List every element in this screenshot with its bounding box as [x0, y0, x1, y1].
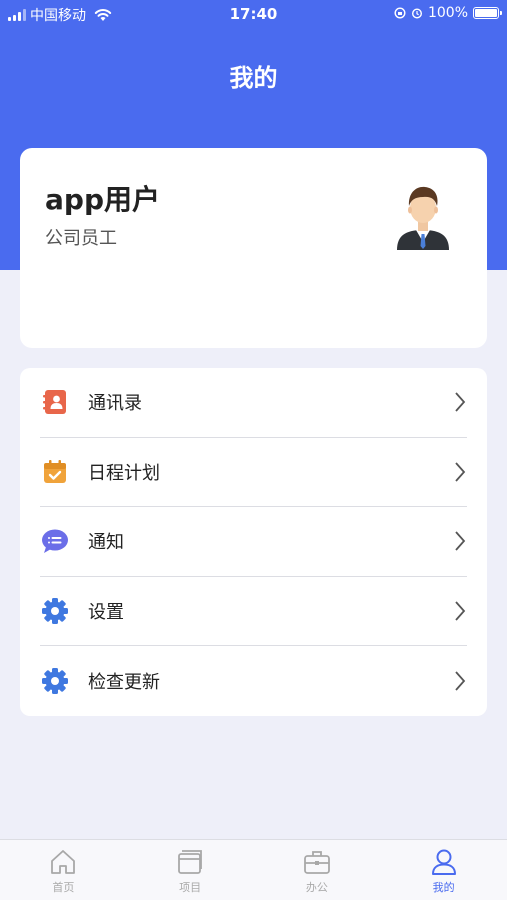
menu-item-schedule[interactable]: 日程计划 [40, 438, 467, 508]
home-icon [51, 850, 76, 874]
menu-item-settings[interactable]: 设置 [40, 577, 467, 647]
tab-office[interactable]: 办公 [254, 840, 381, 900]
battery-icon [473, 7, 502, 19]
tab-bar: 首页 项目 办公 我的 [0, 839, 507, 900]
tab-projects[interactable]: 项目 [127, 840, 254, 900]
alarm-icon [411, 8, 422, 19]
menu-label: 日程计划 [88, 462, 160, 484]
chevron-right-icon [455, 601, 466, 621]
menu-label: 通知 [88, 532, 124, 554]
gear-icon [40, 596, 70, 626]
rotation-lock-icon [394, 7, 406, 19]
profile-card: app用户 公司员工 [20, 148, 487, 348]
person-icon [431, 849, 456, 875]
tab-label: 项目 [179, 881, 202, 894]
avatar[interactable] [397, 182, 449, 250]
tab-label: 首页 [52, 881, 75, 894]
tab-home[interactable]: 首页 [0, 840, 127, 900]
contacts-icon [40, 387, 70, 417]
menu-item-contacts[interactable]: 通讯录 [40, 368, 467, 438]
tab-label: 办公 [305, 881, 328, 894]
menu-card: 通讯录 日程计划 通知 设置 检查更新 [20, 368, 487, 716]
folder-icon [178, 850, 203, 874]
menu-label: 检查更新 [88, 672, 160, 694]
page-title: 我的 [229, 64, 278, 92]
gear-icon [40, 666, 70, 696]
briefcase-icon [303, 851, 330, 874]
calendar-icon [40, 457, 70, 487]
chevron-right-icon [455, 462, 466, 482]
chat-bubble-icon [40, 526, 70, 556]
chevron-right-icon [455, 392, 466, 412]
menu-item-notifications[interactable]: 通知 [40, 507, 467, 577]
chevron-right-icon [455, 531, 466, 552]
chevron-right-icon [455, 671, 466, 691]
user-name: app用户 [45, 183, 160, 216]
status-bar: 中国移动 17:40 100% [0, 0, 507, 28]
user-role: 公司员工 [45, 228, 117, 249]
battery-percent: 100% [427, 5, 468, 21]
status-right: 100% [394, 5, 502, 21]
tab-label: 我的 [432, 881, 455, 894]
tab-mine[interactable]: 我的 [380, 840, 507, 900]
menu-label: 设置 [88, 602, 124, 624]
menu-label: 通讯录 [88, 393, 142, 415]
menu-item-check-update[interactable]: 检查更新 [40, 646, 467, 716]
